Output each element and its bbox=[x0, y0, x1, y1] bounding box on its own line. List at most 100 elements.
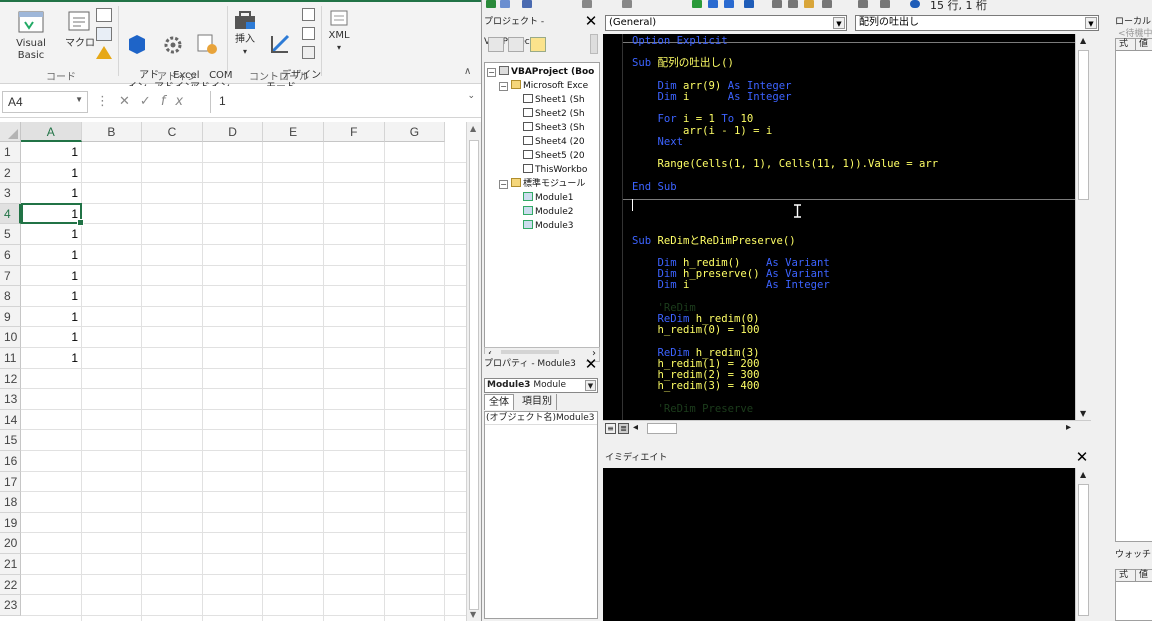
excel-view-icon[interactable] bbox=[486, 0, 496, 8]
row-header[interactable]: 9 bbox=[0, 306, 21, 328]
row-header[interactable]: 21 bbox=[0, 554, 21, 575]
row-header[interactable]: 6 bbox=[0, 245, 21, 266]
insert-function-button[interactable]: fx bbox=[161, 94, 193, 109]
scroll-thumb[interactable] bbox=[647, 423, 677, 434]
code-line[interactable]: End Sub bbox=[632, 181, 677, 193]
find-icon[interactable] bbox=[582, 0, 592, 8]
tree-node[interactable]: Sheet4 (20 bbox=[523, 136, 585, 149]
immediate-input[interactable] bbox=[603, 468, 1075, 621]
code-line[interactable]: h_redim(3) = 400 bbox=[632, 381, 760, 392]
view-object-icon[interactable] bbox=[508, 37, 524, 52]
code-line[interactable]: Dim i As Integer bbox=[632, 91, 792, 103]
row-header[interactable]: 11 bbox=[0, 348, 21, 369]
row-header[interactable]: 1 bbox=[0, 142, 21, 163]
chevron-down-icon[interactable]: ▼ bbox=[585, 380, 596, 391]
cell[interactable]: 1 bbox=[21, 307, 81, 327]
row-header[interactable]: 17 bbox=[0, 471, 21, 493]
code-line[interactable]: Range(Cells(1, 1), Cells(11, 1)).Value =… bbox=[632, 159, 939, 170]
xml-button[interactable]: XML ▾ bbox=[324, 8, 354, 54]
proj-scroll-up-icon[interactable] bbox=[590, 34, 598, 54]
macro-button[interactable]: マクロ bbox=[64, 8, 96, 50]
scroll-up-icon[interactable]: ▲ bbox=[1080, 470, 1086, 479]
tree-node[interactable]: Microsoft Exce bbox=[511, 80, 588, 93]
run-icon[interactable] bbox=[692, 0, 702, 8]
column-header[interactable]: B bbox=[81, 122, 143, 142]
view-code-icon[interactable] bbox=[302, 27, 315, 40]
relative-reference-icon[interactable] bbox=[96, 27, 112, 41]
procedure-view-icon[interactable]: ≡ bbox=[605, 423, 616, 434]
code-line[interactable]: Option Explicit bbox=[632, 35, 728, 47]
tab-categorized[interactable]: 項目別 bbox=[518, 394, 557, 410]
column-header[interactable]: C bbox=[142, 122, 203, 142]
property-row[interactable]: (オブジェクト名)Module3 bbox=[485, 412, 597, 425]
view-code-toolbar-icon[interactable] bbox=[488, 37, 504, 52]
properties-icon[interactable] bbox=[302, 8, 315, 21]
cell[interactable]: 1 bbox=[21, 163, 81, 183]
row-header[interactable]: 18 bbox=[0, 492, 21, 513]
select-all-corner[interactable] bbox=[0, 122, 21, 142]
column-header[interactable]: G bbox=[384, 122, 446, 142]
scroll-up-icon[interactable]: ▲ bbox=[1080, 36, 1086, 45]
tree-node[interactable]: Module3 bbox=[523, 220, 573, 233]
cell[interactable]: 1 bbox=[21, 286, 81, 306]
scroll-thumb[interactable] bbox=[1078, 484, 1089, 616]
immediate-scrollbar[interactable]: ▲ bbox=[1075, 468, 1091, 621]
row-header[interactable]: 4 bbox=[0, 203, 21, 225]
code-editor[interactable]: Option Explicit Sub 配列の吐出し() Dim arr(9) A… bbox=[603, 34, 1075, 420]
cell[interactable]: 1 bbox=[21, 266, 81, 286]
object-select[interactable]: (General) ▼ bbox=[605, 15, 847, 31]
row-header[interactable]: 14 bbox=[0, 409, 21, 431]
row-header[interactable]: 13 bbox=[0, 389, 21, 410]
code-line[interactable]: h_redim(0) = 100 bbox=[632, 325, 760, 336]
full-module-view-icon[interactable]: ≣ bbox=[618, 423, 629, 434]
scroll-up-icon[interactable]: ▲ bbox=[470, 124, 476, 133]
row-header[interactable]: 2 bbox=[0, 162, 21, 184]
column-header[interactable]: A bbox=[21, 122, 82, 142]
name-box-dropdown-icon[interactable]: ▼ bbox=[75, 95, 83, 104]
procedure-select[interactable]: 配列の吐出し ▼ bbox=[855, 15, 1099, 31]
column-header[interactable]: E bbox=[263, 122, 324, 142]
code-line[interactable]: Dim i As Integer bbox=[632, 280, 830, 291]
row-header[interactable]: 8 bbox=[0, 286, 21, 307]
toggle-folders-icon[interactable] bbox=[530, 37, 546, 52]
collapse-node-icon[interactable]: − bbox=[487, 68, 496, 77]
code-line[interactable]: Next bbox=[632, 136, 684, 148]
code-line[interactable]: Sub ReDimとReDimPreserve() bbox=[632, 235, 796, 247]
column-header[interactable]: D bbox=[202, 122, 264, 142]
scroll-right-icon[interactable]: ▸ bbox=[1066, 422, 1071, 433]
insert-control-button[interactable]: 挿入 ▾ bbox=[230, 8, 260, 58]
insert-module-icon[interactable] bbox=[500, 0, 510, 8]
code-line[interactable]: Sub 配列の吐出し() bbox=[632, 58, 734, 69]
save-icon[interactable] bbox=[522, 0, 532, 8]
macro-security-icon[interactable] bbox=[96, 46, 112, 59]
column-header-value[interactable]: 値 bbox=[1136, 570, 1152, 582]
name-box[interactable]: A4 ▼ bbox=[2, 91, 88, 113]
cell[interactable]: 1 bbox=[21, 327, 81, 347]
reset-icon[interactable] bbox=[724, 0, 734, 8]
tree-node[interactable]: Sheet3 (Sh bbox=[523, 122, 585, 135]
cell[interactable]: 1 bbox=[21, 348, 81, 368]
code-vertical-scrollbar[interactable]: ▲ ▼ bbox=[1075, 34, 1091, 420]
properties-object-select[interactable]: Module3 Module ▼ bbox=[484, 378, 598, 393]
toolbox-toolbar-icon[interactable] bbox=[822, 0, 832, 8]
row-header[interactable]: 5 bbox=[0, 224, 21, 245]
formula-input[interactable]: 1 bbox=[210, 91, 478, 113]
break-icon[interactable] bbox=[708, 0, 718, 8]
watch-list[interactable]: 式 値 bbox=[1115, 569, 1152, 621]
tree-node[interactable]: 標準モジュール bbox=[511, 178, 585, 191]
row-header[interactable]: 20 bbox=[0, 533, 21, 554]
tree-node[interactable]: Sheet5 (20 bbox=[523, 150, 585, 163]
code-margin[interactable] bbox=[603, 34, 623, 420]
tab-alphabetic[interactable]: 全体 bbox=[484, 394, 514, 410]
scroll-thumb[interactable] bbox=[469, 140, 479, 610]
record-macro-icon[interactable] bbox=[96, 8, 112, 22]
row-header[interactable]: 12 bbox=[0, 368, 21, 390]
scroll-thumb[interactable] bbox=[1078, 50, 1089, 200]
properties-window-icon[interactable] bbox=[788, 0, 798, 8]
cell[interactable]: 1 bbox=[21, 245, 81, 265]
column-header-value[interactable]: 値 bbox=[1136, 39, 1152, 51]
chevron-down-icon[interactable]: ▼ bbox=[833, 17, 845, 29]
row-header[interactable]: 23 bbox=[0, 595, 21, 616]
project-explorer-icon[interactable] bbox=[772, 0, 782, 8]
tree-node[interactable]: ThisWorkbo bbox=[523, 164, 587, 177]
